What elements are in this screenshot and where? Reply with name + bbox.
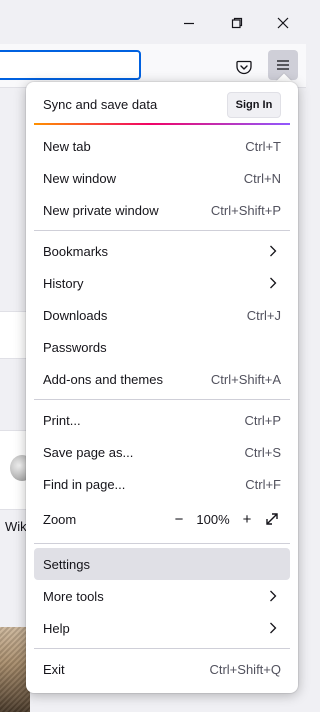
restore-icon bbox=[231, 17, 243, 29]
menu-item-print[interactable]: Print... Ctrl+P bbox=[34, 404, 290, 436]
sync-separator bbox=[34, 123, 290, 125]
menu-item-save-page[interactable]: Save page as... Ctrl+S bbox=[34, 436, 290, 468]
close-button[interactable] bbox=[260, 6, 306, 40]
minimize-icon bbox=[184, 22, 194, 25]
url-bar[interactable] bbox=[0, 50, 141, 80]
menu-item-label: New tab bbox=[43, 138, 91, 154]
chevron-right-icon bbox=[266, 276, 280, 290]
menu-item-shortcut: Ctrl+Shift+Q bbox=[209, 661, 281, 677]
zoom-reset-button[interactable]: 100% bbox=[193, 512, 233, 527]
menu-item-label: Help bbox=[43, 620, 70, 636]
menu-item-history[interactable]: History bbox=[34, 267, 290, 299]
sync-label: Sync and save data bbox=[43, 97, 158, 112]
menu-item-shortcut: Ctrl+J bbox=[246, 307, 281, 323]
menu-item-shortcut: Ctrl+Shift+A bbox=[210, 371, 281, 387]
menu-separator bbox=[34, 543, 290, 544]
restore-button[interactable] bbox=[214, 6, 260, 40]
menu-item-label: Exit bbox=[43, 661, 65, 677]
menu-item-settings[interactable]: Settings bbox=[34, 548, 290, 580]
sign-in-button[interactable]: Sign In bbox=[227, 92, 281, 118]
menu-item-new-window[interactable]: New window Ctrl+N bbox=[34, 162, 290, 194]
menu-item-label: History bbox=[43, 275, 84, 291]
menu-item-addons[interactable]: Add-ons and themes Ctrl+Shift+A bbox=[34, 363, 290, 395]
menu-separator bbox=[34, 230, 290, 231]
menu-item-passwords[interactable]: Passwords bbox=[34, 331, 290, 363]
menu-item-shortcut: Ctrl+P bbox=[244, 412, 281, 428]
menu-item-label: Downloads bbox=[43, 307, 108, 323]
menu-item-exit[interactable]: Exit Ctrl+Shift+Q bbox=[34, 653, 290, 685]
menu-item-label: New window bbox=[43, 170, 116, 186]
chevron-right-icon bbox=[266, 621, 280, 635]
menu-item-shortcut: Ctrl+Shift+P bbox=[210, 202, 281, 218]
app-menu-panel: Sync and save data Sign In New tab Ctrl+… bbox=[26, 82, 298, 693]
menu-item-new-private-window[interactable]: New private window Ctrl+Shift+P bbox=[34, 194, 290, 226]
menu-item-more-tools[interactable]: More tools bbox=[34, 580, 290, 612]
menu-item-find-in-page[interactable]: Find in page... Ctrl+F bbox=[34, 468, 290, 500]
menu-separator bbox=[34, 648, 290, 649]
menu-item-label: Add-ons and themes bbox=[43, 371, 163, 387]
zoom-out-button[interactable]: − bbox=[171, 511, 187, 527]
menu-item-shortcut: Ctrl+S bbox=[244, 444, 281, 460]
menu-item-zoom: Zoom − 100% + bbox=[34, 503, 290, 535]
menu-item-label: Print... bbox=[43, 412, 81, 428]
minimize-button[interactable] bbox=[166, 6, 212, 40]
chevron-right-icon bbox=[266, 244, 280, 258]
pocket-icon bbox=[236, 60, 252, 74]
menu-item-label: Find in page... bbox=[43, 476, 126, 492]
pocket-button[interactable] bbox=[231, 55, 257, 79]
hamburger-menu-icon bbox=[277, 60, 289, 70]
menu-item-label: Passwords bbox=[43, 339, 107, 355]
chevron-right-icon bbox=[266, 589, 280, 603]
menu-item-shortcut: Ctrl+F bbox=[245, 476, 281, 492]
fullscreen-button[interactable] bbox=[263, 510, 281, 528]
menu-item-label: More tools bbox=[43, 588, 104, 604]
zoom-in-button[interactable]: + bbox=[239, 511, 255, 527]
title-bar bbox=[0, 0, 306, 44]
menu-item-downloads[interactable]: Downloads Ctrl+J bbox=[34, 299, 290, 331]
close-icon bbox=[277, 17, 289, 29]
menu-item-label: Bookmarks bbox=[43, 243, 109, 259]
menu-item-label: New private window bbox=[43, 202, 159, 218]
menu-item-new-tab[interactable]: New tab Ctrl+T bbox=[34, 130, 290, 162]
menu-item-label: Save page as... bbox=[43, 444, 134, 460]
menu-item-label: Settings bbox=[43, 556, 90, 572]
menu-item-shortcut: Ctrl+N bbox=[243, 170, 281, 186]
menu-item-label: Zoom bbox=[43, 511, 77, 527]
menu-item-help[interactable]: Help bbox=[34, 612, 290, 644]
zoom-controls: − 100% + bbox=[171, 510, 281, 528]
fullscreen-icon bbox=[266, 513, 278, 525]
menu-item-shortcut: Ctrl+T bbox=[245, 138, 281, 154]
menu-separator bbox=[34, 399, 290, 400]
menu-item-bookmarks[interactable]: Bookmarks bbox=[34, 235, 290, 267]
